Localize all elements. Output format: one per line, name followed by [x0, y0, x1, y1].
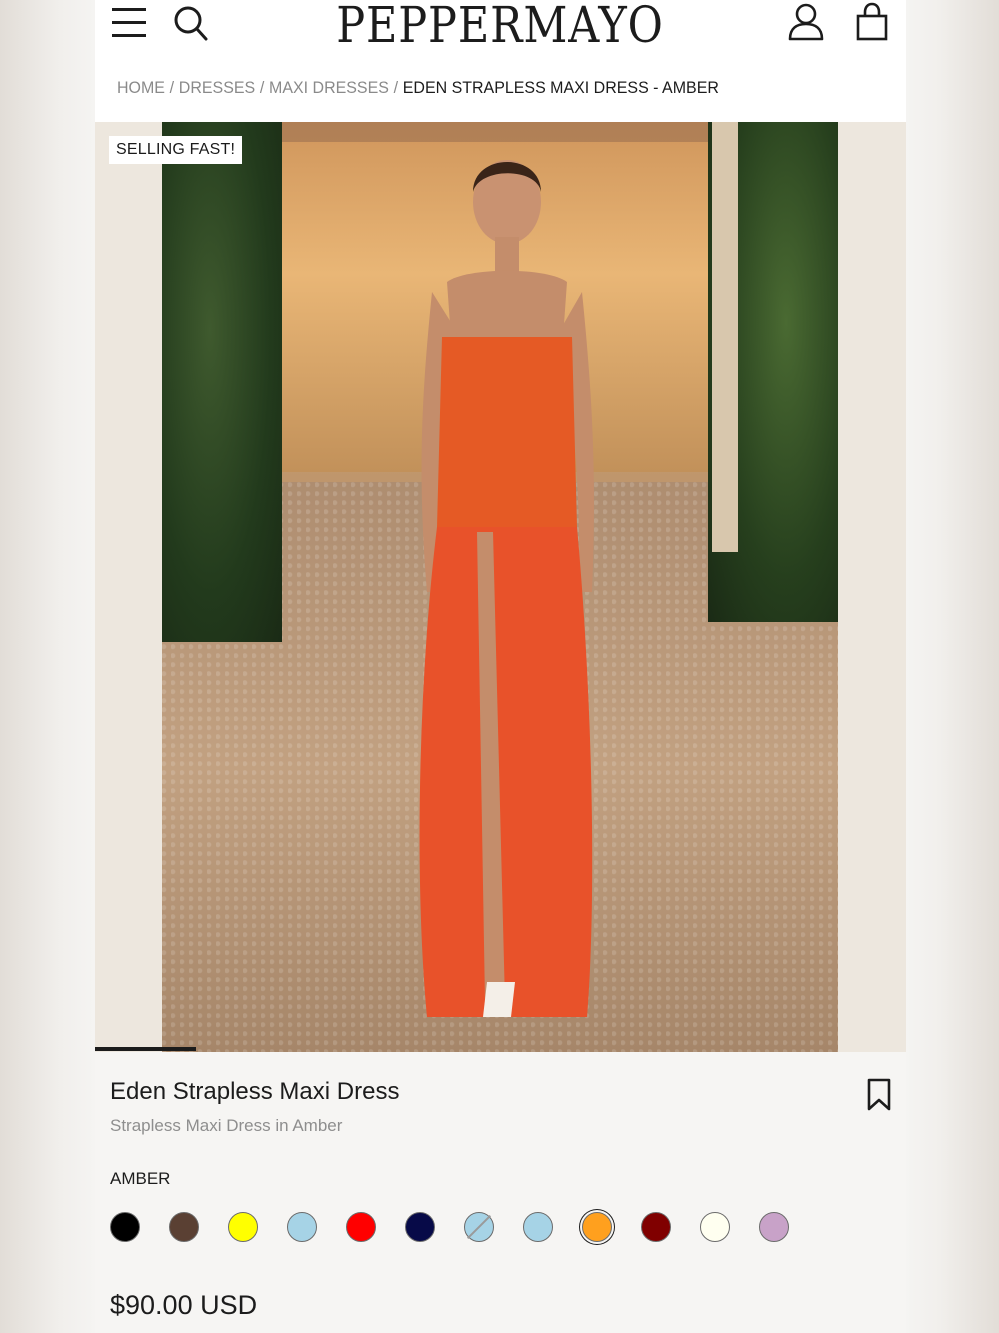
bag-icon[interactable] [855, 2, 889, 42]
color-swatch[interactable] [759, 1212, 789, 1242]
site-header: PEPPERMAYO HOME / DRESSES / MAXI DRESSES / EDE… [95, 0, 906, 122]
account-icon[interactable] [787, 2, 825, 42]
color-swatch[interactable] [287, 1212, 317, 1242]
bookmark-icon[interactable] [865, 1078, 893, 1112]
breadcrumb: HOME / DRESSES / MAXI DRESSES / EDEN STRAPLESS… [117, 78, 719, 98]
breadcrumb-separator: / [259, 78, 265, 97]
color-swatch[interactable] [405, 1212, 435, 1242]
color-swatch[interactable] [169, 1212, 199, 1242]
gallery-progress-track [95, 1047, 906, 1051]
breadcrumb-dresses[interactable]: DRESSES [179, 78, 255, 97]
product-image-gallery[interactable]: SELLING FAST! [95, 122, 906, 1052]
breadcrumb-separator: / [393, 78, 399, 97]
gallery-progress-fill [95, 1047, 197, 1051]
selling-fast-badge: SELLING FAST! [109, 136, 243, 164]
color-swatch[interactable] [346, 1212, 376, 1242]
product-title: Eden Strapless Maxi Dress [110, 1078, 400, 1105]
breadcrumb-home[interactable]: HOME [117, 78, 165, 97]
color-swatch[interactable] [228, 1212, 258, 1242]
breadcrumb-maxi-dresses[interactable]: MAXI DRESSES [269, 78, 389, 97]
product-photo[interactable] [162, 122, 838, 1052]
photo-pillar [712, 122, 738, 552]
breadcrumb-current: EDEN STRAPLESS MAXI DRESS - AMBER [402, 78, 719, 97]
color-swatch[interactable] [523, 1212, 553, 1242]
color-swatch[interactable] [641, 1212, 671, 1242]
sold-out-slash [466, 1214, 492, 1240]
color-swatch[interactable] [464, 1212, 494, 1242]
product-page: PEPPERMAYO HOME / DRESSES / MAXI DRESSES / EDE… [95, 0, 906, 1333]
selected-color-label: AMBER [110, 1169, 171, 1188]
product-price: $90.00 USD [110, 1290, 258, 1320]
site-logo[interactable]: PEPPERMAYO [324, 0, 677, 54]
color-swatch[interactable] [110, 1212, 140, 1242]
photo-foliage-left [162, 122, 282, 642]
menu-icon[interactable] [111, 6, 147, 38]
color-swatches [110, 1212, 818, 1246]
search-icon[interactable] [173, 4, 209, 42]
product-subtitle: Strapless Maxi Dress in Amber [110, 1116, 343, 1135]
model-figure [419, 160, 594, 1017]
color-swatch[interactable] [582, 1212, 612, 1242]
color-swatch[interactable] [700, 1212, 730, 1242]
breadcrumb-separator: / [169, 78, 175, 97]
